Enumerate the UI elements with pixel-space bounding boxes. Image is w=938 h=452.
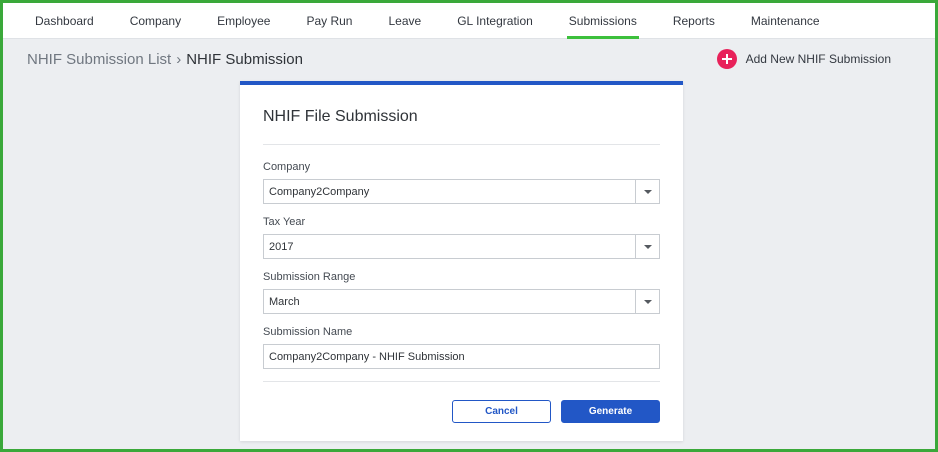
top-navigation: Dashboard Company Employee Pay Run Leave… [3, 3, 935, 39]
breadcrumb: NHIF Submission List › NHIF Submission [27, 51, 303, 68]
nav-gl-integration[interactable]: GL Integration [439, 3, 551, 38]
tax-year-label: Tax Year [263, 216, 306, 228]
submission-range-select-value: March [269, 295, 300, 308]
tax-year-select-value: 2017 [269, 240, 294, 253]
tax-year-dropdown-toggle[interactable] [635, 235, 659, 258]
submission-range-label: Submission Range [263, 271, 356, 283]
caret-down-icon [643, 189, 652, 194]
company-label: Company [263, 161, 311, 173]
caret-down-icon [643, 244, 652, 249]
tax-year-select[interactable]: 2017 [263, 234, 660, 259]
caret-down-icon [643, 299, 652, 304]
submission-form-card: NHIF File Submission Company Company2Com… [240, 81, 683, 441]
nav-submissions[interactable]: Submissions [551, 3, 655, 39]
plus-circle-icon[interactable] [716, 49, 737, 69]
add-new-submission-label[interactable]: Add New NHIF Submission [746, 52, 891, 66]
add-new-submission-button[interactable]: Add New NHIF Submission [716, 49, 891, 69]
generate-button[interactable]: Generate [561, 400, 660, 423]
nav-company[interactable]: Company [112, 3, 199, 38]
breadcrumb-current: NHIF Submission [186, 51, 303, 68]
company-select[interactable]: Company2Company [263, 179, 660, 204]
company-dropdown-toggle[interactable] [635, 180, 659, 203]
nav-leave[interactable]: Leave [370, 3, 439, 38]
app-frame: Dashboard Company Employee Pay Run Leave… [0, 0, 938, 452]
submission-name-label: Submission Name [263, 326, 353, 338]
form-title: NHIF File Submission [263, 108, 418, 125]
breadcrumb-separator: › [176, 51, 182, 68]
company-select-value: Company2Company [269, 185, 370, 198]
nav-reports[interactable]: Reports [655, 3, 733, 38]
cancel-button[interactable]: Cancel [452, 400, 551, 423]
breadcrumb-parent-link[interactable]: NHIF Submission List [27, 51, 171, 68]
nav-pay-run[interactable]: Pay Run [288, 3, 370, 38]
submission-range-dropdown-toggle[interactable] [635, 290, 659, 313]
title-divider [263, 144, 660, 145]
nav-dashboard[interactable]: Dashboard [17, 3, 112, 38]
nav-employee[interactable]: Employee [199, 3, 288, 38]
submission-name-input[interactable] [263, 344, 660, 369]
actions-divider [263, 381, 660, 382]
nav-maintenance[interactable]: Maintenance [733, 3, 838, 38]
submission-range-select[interactable]: March [263, 289, 660, 314]
